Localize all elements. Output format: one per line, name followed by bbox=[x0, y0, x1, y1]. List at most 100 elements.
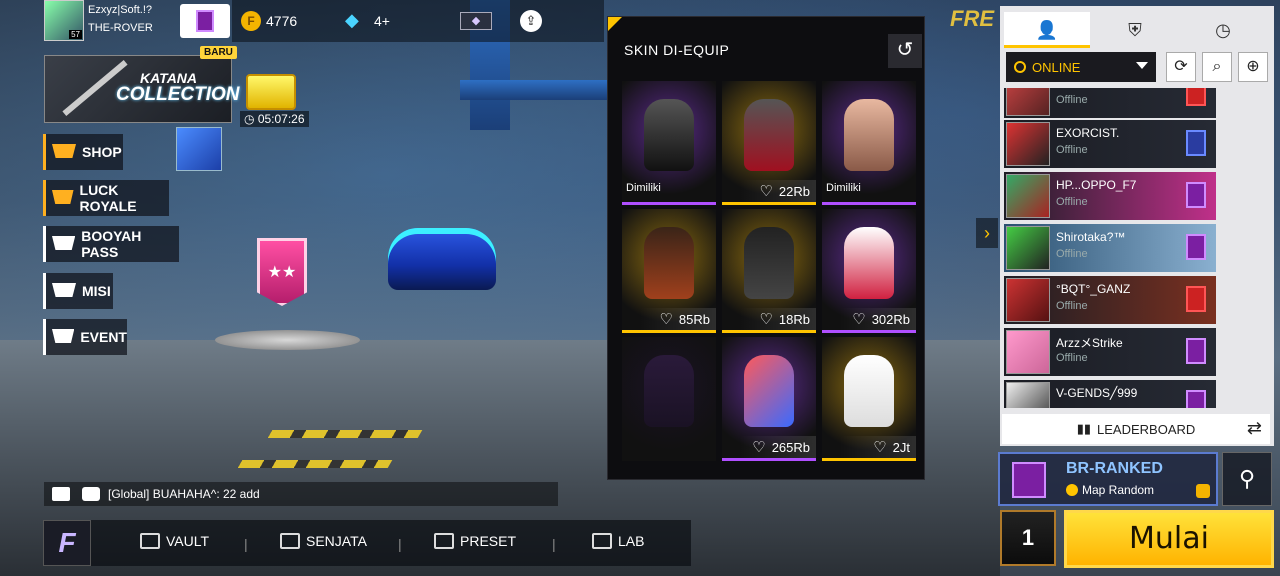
calendar-icon bbox=[52, 329, 75, 343]
diamond-icon[interactable]: ◆ bbox=[345, 10, 359, 31]
heart-icon: ♡ bbox=[873, 439, 887, 456]
skin-slot-shoes[interactable]: ♡ 302Rb bbox=[822, 209, 916, 333]
search-button[interactable]: ⌕ bbox=[1202, 52, 1232, 82]
player-name[interactable]: Ezxyz|Soft.!? bbox=[88, 4, 152, 16]
ranked-icon bbox=[1012, 462, 1046, 498]
squad-size-button[interactable]: 1 bbox=[1000, 510, 1056, 566]
event-label: EVENT bbox=[80, 329, 127, 345]
friend-row[interactable]: EXORCIST. Offline bbox=[1004, 120, 1216, 168]
add-friend-button[interactable]: ⊕ bbox=[1238, 52, 1268, 82]
shop-label: SHOP bbox=[82, 144, 122, 160]
chevron-right-icon[interactable]: › bbox=[976, 218, 998, 248]
game-logo[interactable]: F bbox=[43, 520, 91, 566]
tab-friends[interactable]: 👤 bbox=[1004, 12, 1090, 48]
avatar[interactable]: 57 bbox=[44, 0, 84, 41]
price-value: 18Rb bbox=[778, 311, 810, 327]
refresh-button[interactable]: ⟳ bbox=[1166, 52, 1196, 82]
upload-icon[interactable]: ⇪ bbox=[520, 10, 542, 32]
skin-slot-face[interactable]: Dimiliki bbox=[822, 81, 916, 205]
rank-icon bbox=[1186, 286, 1206, 312]
treasure-chest-icon[interactable] bbox=[246, 74, 296, 110]
heart-icon: ♡ bbox=[759, 311, 773, 328]
friend-avatar bbox=[1006, 226, 1050, 270]
dragon-emblem-icon bbox=[844, 355, 894, 427]
map-label: Map Random bbox=[1082, 483, 1155, 497]
status-filter-value: ONLINE bbox=[1032, 59, 1081, 75]
event-timer: ◷ 05:07:26 bbox=[240, 111, 309, 127]
price-value: 22Rb bbox=[778, 183, 810, 199]
nav-lab[interactable]: LAB bbox=[592, 533, 644, 549]
chat-channel-icon[interactable] bbox=[52, 487, 70, 501]
shoes-icon bbox=[844, 227, 894, 299]
event-button[interactable]: EVENT bbox=[43, 319, 127, 355]
katana-subtitle: COLLECTION bbox=[116, 84, 240, 105]
skin-slot-empty[interactable] bbox=[622, 337, 716, 461]
misi-button[interactable]: MISI bbox=[43, 273, 113, 309]
friend-name: Shirotaka?™ bbox=[1056, 230, 1126, 244]
diamond-balance[interactable]: 4+ bbox=[374, 13, 390, 29]
coin-balance: 4776 bbox=[266, 13, 298, 29]
friend-list: Offline EXORCIST. Offline HP...OPPO_F7 O… bbox=[1004, 88, 1216, 408]
nav-separator: | bbox=[552, 536, 556, 552]
owned-label: Dimiliki bbox=[626, 182, 661, 194]
mail-icon[interactable]: ◆ bbox=[460, 12, 492, 30]
friend-avatar bbox=[1006, 122, 1050, 166]
friend-row[interactable]: HP...OPPO_F7 Offline bbox=[1004, 172, 1216, 220]
friend-row[interactable]: Shirotaka?™ Offline bbox=[1004, 224, 1216, 272]
game-mode-selector[interactable]: BR-RANKED Map Random bbox=[998, 452, 1218, 506]
rank-badge[interactable] bbox=[180, 4, 230, 38]
booyah-pass-button[interactable]: BOOYAH PASS bbox=[43, 226, 179, 262]
rank-banner-emblem[interactable]: ★★ bbox=[257, 238, 307, 306]
swap-icon[interactable]: ⇄ bbox=[1247, 418, 1262, 439]
equipped-skins-panel: SKIN DI-EQUIP ↺ Dimiliki ♡ 22Rb Dimiliki … bbox=[607, 16, 925, 480]
scenery-hazard-stripe bbox=[237, 460, 393, 468]
skin-slot-hair[interactable]: Dimiliki bbox=[622, 81, 716, 205]
friend-avatar bbox=[1006, 330, 1050, 374]
owned-label: Dimiliki bbox=[826, 182, 861, 194]
skin-slot-mask[interactable]: ♡ 22Rb bbox=[722, 81, 816, 205]
price-value: 85Rb bbox=[678, 311, 710, 327]
leaderboard-button[interactable]: ▮▮ LEADERBOARD ⇄ bbox=[1002, 414, 1270, 444]
friend-row[interactable]: Offline bbox=[1004, 88, 1216, 118]
chevron-down-icon bbox=[1136, 62, 1148, 69]
friend-status: Offline bbox=[1056, 144, 1088, 156]
preset-icon bbox=[434, 533, 454, 549]
skin-slot-bottom[interactable]: ♡ 18Rb bbox=[722, 209, 816, 333]
skin-slot-emote[interactable]: ♡ 2Jt bbox=[822, 337, 916, 461]
jacket-icon bbox=[644, 227, 694, 299]
luck-royale-button[interactable]: LUCK ROYALE bbox=[43, 180, 169, 216]
price-tag: ♡ 18Rb bbox=[740, 308, 816, 330]
tab-guild[interactable]: ⛨ bbox=[1092, 12, 1178, 48]
squad-mode-icon[interactable]: ⚲ bbox=[1222, 452, 1272, 506]
friend-row[interactable]: ArzzメStrike Offline bbox=[1004, 328, 1216, 376]
chat-bubble-icon[interactable] bbox=[82, 487, 100, 501]
nav-separator: | bbox=[244, 536, 248, 552]
skin-slot-top[interactable]: ♡ 85Rb bbox=[622, 209, 716, 333]
vehicle-display[interactable] bbox=[388, 228, 496, 290]
nav-vault[interactable]: VAULT bbox=[140, 533, 209, 549]
friend-row[interactable]: °BQT°_GANZ Offline bbox=[1004, 276, 1216, 324]
shop-button[interactable]: SHOP bbox=[43, 134, 123, 170]
tab-recent[interactable]: ◷ bbox=[1180, 12, 1266, 48]
friend-avatar bbox=[1006, 278, 1050, 322]
status-filter-dropdown[interactable]: ONLINE bbox=[1006, 52, 1156, 82]
rank-icon bbox=[1186, 130, 1206, 156]
friend-name: ArzzメStrike bbox=[1056, 336, 1123, 350]
price-value: 302Rb bbox=[871, 311, 910, 327]
chat-message: [Global] BUAHAHA^: 22 add bbox=[108, 487, 260, 501]
friend-avatar bbox=[1006, 88, 1050, 116]
friend-status: Offline bbox=[1056, 248, 1088, 260]
back-icon[interactable]: ↺ bbox=[888, 34, 922, 68]
skin-slot-weapon[interactable]: ♡ 265Rb bbox=[722, 337, 816, 461]
friend-status: Offline bbox=[1056, 196, 1088, 208]
promo-tile[interactable] bbox=[176, 127, 222, 171]
friend-row[interactable]: V-GENDS╱999 bbox=[1004, 380, 1216, 408]
guild-name[interactable]: THE-ROVER bbox=[88, 22, 153, 34]
nav-preset[interactable]: PRESET bbox=[434, 533, 516, 549]
rank-icon bbox=[1186, 182, 1206, 208]
heart-icon: ♡ bbox=[659, 311, 673, 328]
vault-label: VAULT bbox=[166, 533, 210, 549]
start-button[interactable]: Mulai bbox=[1064, 510, 1274, 568]
nav-senjata[interactable]: SENJATA bbox=[280, 533, 367, 549]
chat-bar[interactable]: [Global] BUAHAHA^: 22 add bbox=[44, 482, 558, 506]
